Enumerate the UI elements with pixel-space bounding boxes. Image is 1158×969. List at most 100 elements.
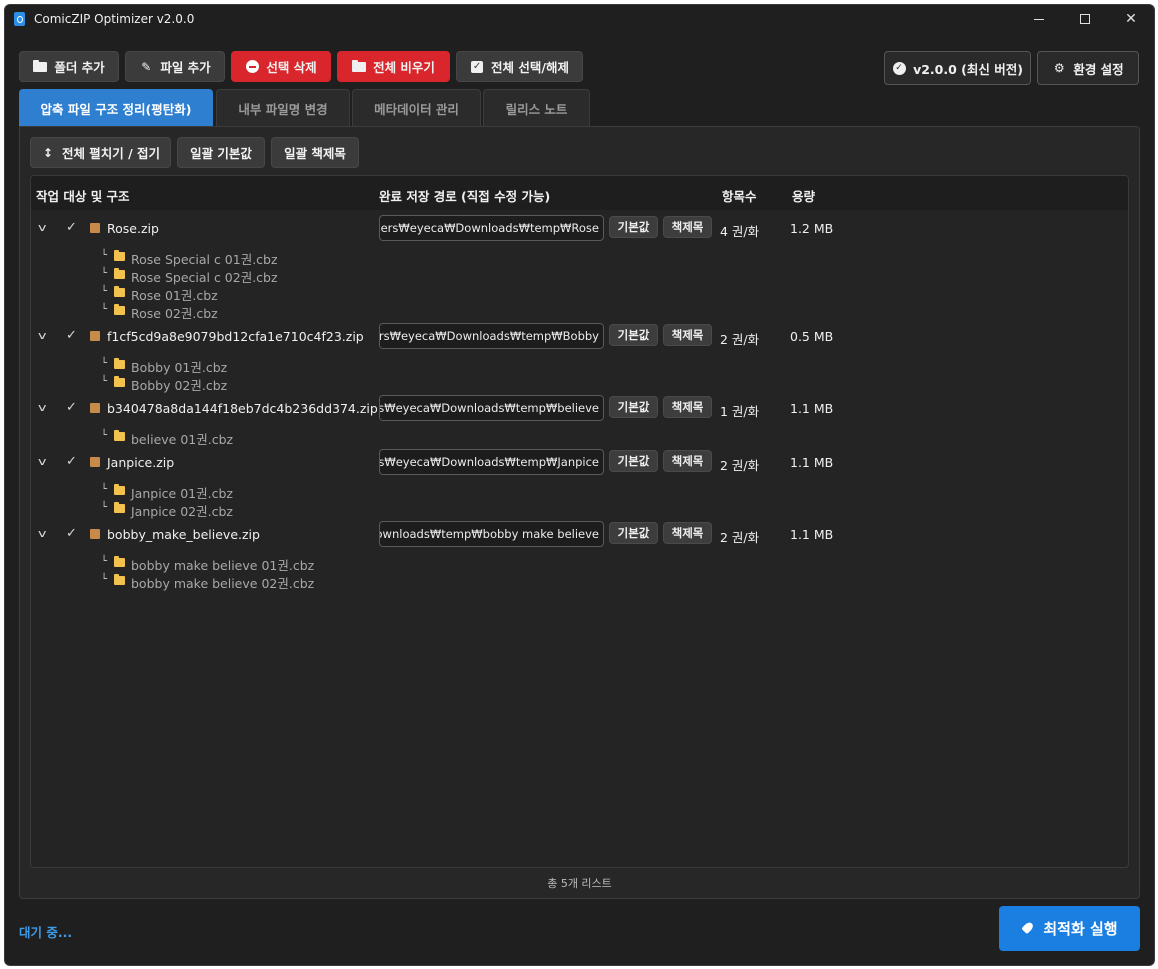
tree-branch-icon: └	[101, 268, 108, 279]
app-window: ComicZIP Optimizer v2.0.0 ✕ 폴더 추가 ✎ 파일 추…	[4, 4, 1155, 966]
tree-branch-icon: └	[101, 502, 108, 513]
status-text: 대기 중...	[19, 925, 73, 940]
save-path-input[interactable]: ₩Downloads₩temp₩bobby make believe	[379, 521, 604, 547]
tab-metadata[interactable]: 메타데이터 관리	[352, 89, 481, 126]
tree-branch-icon: └	[101, 358, 108, 369]
item-count: 4 권/화	[720, 224, 760, 239]
add-file-button[interactable]: ✎ 파일 추가	[125, 51, 225, 82]
tab-release-notes[interactable]: 릴리스 노트	[483, 89, 590, 126]
default-button[interactable]: 기본값	[609, 324, 658, 346]
item-count: 2 권/화	[720, 332, 760, 347]
chevron-down-icon[interactable]: v	[38, 329, 46, 342]
folder-icon	[114, 484, 125, 495]
default-button[interactable]: 기본값	[609, 450, 658, 472]
folder-icon	[114, 556, 125, 567]
title-button[interactable]: 책제목	[663, 522, 712, 544]
save-path-input[interactable]: ₩Users₩eyeca₩Downloads₩temp₩Bobby	[379, 323, 604, 349]
folder-icon	[114, 358, 125, 369]
minimize-button[interactable]	[1016, 5, 1062, 33]
item-name: Rose.zip	[107, 221, 159, 236]
item-size: 1.2 MB	[790, 221, 834, 236]
archive-icon	[90, 457, 100, 467]
tree-branch-icon: └	[101, 304, 108, 315]
check-icon[interactable]: ✓	[66, 400, 77, 415]
title-button[interactable]: 책제목	[663, 450, 712, 472]
title-bar: ComicZIP Optimizer v2.0.0 ✕	[5, 5, 1154, 33]
version-button[interactable]: ✓ v2.0.0 (최신 버전)	[884, 51, 1031, 85]
default-button[interactable]: 기본값	[609, 216, 658, 238]
chevron-down-icon[interactable]: v	[38, 527, 46, 540]
folder-icon	[114, 286, 125, 297]
title-button[interactable]: 책제목	[663, 396, 712, 418]
default-button[interactable]: 기본값	[609, 522, 658, 544]
item-count: 2 권/화	[720, 530, 760, 545]
item-size: 0.5 MB	[790, 329, 834, 344]
archive-icon	[90, 529, 100, 539]
tree-item[interactable]: v ✓ f1cf5cd9a8e9079bd12cfa1e710c4f23.zip…	[31, 322, 1128, 352]
delete-selected-button[interactable]: 선택 삭제	[231, 51, 331, 82]
file-edit-icon: ✎	[141, 59, 152, 74]
save-path-input[interactable]: ₩Users₩eyeca₩Downloads₩temp₩believe	[379, 395, 604, 421]
tree-item[interactable]: v ✓ Janpice.zip ₩Users₩eyeca₩Downloads₩t…	[31, 448, 1128, 478]
check-icon[interactable]: ✓	[66, 220, 77, 235]
save-path-input[interactable]: C:₩Users₩eyeca₩Downloads₩temp₩Rose	[379, 215, 604, 241]
folder-icon	[114, 376, 125, 387]
batch-default-button[interactable]: 일괄 기본값	[177, 137, 265, 168]
default-button[interactable]: 기본값	[609, 396, 658, 418]
tab-panel: ↕ 전체 펼치기 / 접기 일괄 기본값 일괄 책제목 작업 대상 및 구조 완…	[19, 126, 1140, 899]
check-icon[interactable]: ✓	[66, 328, 77, 343]
maximize-button[interactable]	[1062, 5, 1108, 33]
chevron-down-icon[interactable]: v	[38, 455, 46, 468]
settings-button[interactable]: ⚙ 환경 설정	[1037, 51, 1139, 85]
batch-title-button[interactable]: 일괄 책제목	[271, 137, 359, 168]
tree-branch-icon: └	[101, 556, 108, 567]
item-name: b340478a8da144f18eb7dc4b236dd374.zip	[107, 401, 378, 416]
folder-icon	[114, 502, 125, 513]
check-circle-icon: ✓	[892, 61, 906, 75]
archive-icon	[90, 403, 100, 413]
column-size: 용량	[792, 189, 816, 204]
item-count: 2 권/화	[720, 458, 760, 473]
tab-flatten[interactable]: 압축 파일 구조 정리(평탄화)	[19, 89, 213, 126]
item-size: 1.1 MB	[790, 401, 834, 416]
close-icon: ✕	[1125, 11, 1137, 27]
rocket-icon	[1021, 922, 1035, 936]
gear-icon: ⚙	[1053, 61, 1065, 75]
run-optimize-button[interactable]: 최적화 실행	[999, 906, 1140, 951]
title-button[interactable]: 책제목	[663, 324, 712, 346]
tree-item[interactable]: v ✓ Rose.zip C:₩Users₩eyeca₩Downloads₩te…	[31, 214, 1128, 244]
total-count: 총 5개 리스트	[547, 877, 612, 890]
toggle-select-all-button[interactable]: ✓ 전체 선택/해제	[456, 51, 583, 82]
tree-branch-icon: └	[101, 250, 108, 261]
chevron-down-icon[interactable]: v	[38, 401, 46, 414]
item-name: f1cf5cd9a8e9079bd12cfa1e710c4f23.zip	[107, 329, 364, 344]
check-icon[interactable]: ✓	[66, 454, 77, 469]
minimize-icon	[1034, 18, 1044, 20]
close-button[interactable]: ✕	[1108, 5, 1154, 33]
column-save-path: 완료 저장 경로 (직접 수정 가능)	[379, 189, 551, 204]
tree-branch-icon: └	[101, 484, 108, 495]
tab-rename[interactable]: 내부 파일명 변경	[216, 89, 350, 126]
tree-branch-icon: └	[101, 430, 108, 441]
item-size: 1.1 MB	[790, 527, 834, 542]
check-square-icon: ✓	[471, 60, 484, 73]
folder-icon	[114, 268, 125, 279]
check-icon[interactable]: ✓	[66, 526, 77, 541]
tree-item[interactable]: v ✓ bobby_make_believe.zip ₩Downloads₩te…	[31, 520, 1128, 550]
chevron-down-icon[interactable]: v	[38, 221, 46, 234]
title-button[interactable]: 책제목	[663, 216, 712, 238]
tree-item[interactable]: v ✓ b340478a8da144f18eb7dc4b236dd374.zip…	[31, 394, 1128, 424]
folder-minus-icon	[352, 59, 367, 73]
folder-icon	[114, 304, 125, 315]
add-folder-button[interactable]: 폴더 추가	[19, 51, 119, 82]
item-count: 1 권/화	[720, 404, 760, 419]
save-path-input[interactable]: ₩Users₩eyeca₩Downloads₩temp₩Janpice	[379, 449, 604, 475]
arrows-vertical-icon: ↕	[42, 145, 53, 160]
clear-all-button[interactable]: 전체 비우기	[337, 51, 450, 82]
item-name: Janpice.zip	[107, 455, 175, 470]
expand-collapse-button[interactable]: ↕ 전체 펼치기 / 접기	[30, 137, 171, 168]
tree-branch-icon: └	[101, 286, 108, 297]
item-name: bobby_make_believe.zip	[107, 527, 260, 542]
folder-open-icon	[33, 59, 48, 73]
folder-icon	[114, 574, 125, 585]
